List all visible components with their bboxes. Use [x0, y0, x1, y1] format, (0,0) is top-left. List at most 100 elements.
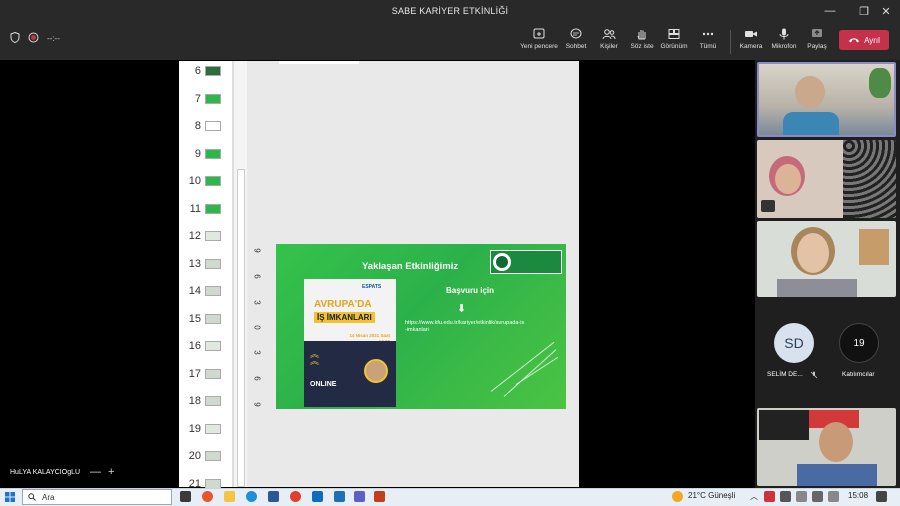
chrome-icon[interactable]	[290, 491, 301, 502]
slide-number: 6	[194, 65, 201, 77]
decorative-line	[490, 341, 555, 392]
slide-preview	[205, 286, 221, 296]
scrollbar-thumb[interactable]	[237, 169, 245, 487]
poster-title-2: İŞ İMKANLARI	[314, 312, 375, 323]
slide-number: 18	[188, 395, 201, 407]
slide-preview	[205, 451, 221, 461]
university-logo	[490, 250, 562, 274]
slide-thumbnail[interactable]: 6	[179, 61, 231, 81]
notifications-icon[interactable]	[876, 491, 887, 502]
participant-avatar[interactable]: SD	[774, 323, 814, 363]
background-frame	[759, 410, 809, 440]
teams-icon[interactable]	[354, 491, 365, 502]
shield-icon	[10, 31, 20, 45]
edge-icon[interactable]	[246, 491, 257, 502]
camera-icon	[745, 31, 757, 37]
slide-thumbnail[interactable]: 18	[179, 391, 231, 411]
poster-title-1: AVRUPA'DA	[314, 299, 372, 310]
slide-thumbnail[interactable]: 17	[179, 364, 231, 384]
apply-heading: Başvuru için	[446, 286, 495, 295]
slide-thumbnail[interactable]: 10	[179, 171, 231, 191]
participant-face	[795, 76, 825, 108]
slide-number: 8	[194, 120, 201, 132]
slide-number: 7	[194, 92, 201, 105]
slide-thumbnail[interactable]: 8	[179, 116, 231, 136]
video-tile[interactable]	[757, 408, 896, 486]
arrow-down-icon: ⬇	[457, 303, 467, 315]
title-bar: SABE KARİYER ETKİNLİĞİ	[0, 0, 900, 22]
tray-app-icon[interactable]	[764, 491, 775, 502]
chevron-up-icon: ︽ ︽	[310, 349, 320, 366]
slide-title: Yaklaşan Etkinliğimiz	[362, 261, 459, 272]
more-button[interactable]: Tümü	[688, 28, 728, 50]
video-tile[interactable]	[757, 140, 896, 218]
slide-number: 14	[188, 285, 201, 297]
mail-icon[interactable]	[312, 491, 323, 502]
slide-number: 19	[188, 422, 201, 435]
slide-preview	[205, 368, 221, 379]
ruler-label: 6	[252, 376, 262, 381]
slide-thumbnail[interactable]: 14	[179, 281, 231, 301]
taskbar-search[interactable]: Ara	[22, 489, 172, 505]
slide-number: 12	[188, 230, 201, 242]
windows-start-icon[interactable]	[5, 492, 15, 502]
slide-thumbnail[interactable]: 7	[179, 89, 231, 109]
store-icon[interactable]	[334, 491, 345, 502]
slide-number: 9	[194, 147, 201, 160]
slide-number: 16	[188, 340, 201, 352]
zoom-in-button[interactable]: +	[108, 466, 114, 478]
video-tile[interactable]	[757, 221, 896, 297]
mic-off-icon	[810, 371, 818, 379]
slide-thumbnail[interactable]: 13	[179, 254, 231, 274]
share-button[interactable]: Paylaş	[797, 28, 837, 50]
ruler-label: 3	[252, 300, 262, 305]
slide-thumbnail[interactable]: 20	[179, 446, 231, 466]
weather-status[interactable]: 21°C Güneşli	[688, 491, 735, 500]
minimize-button[interactable]: —	[816, 0, 844, 22]
mic-muted-icon	[761, 200, 775, 212]
slide-thumbnail-panel[interactable]: 6 7 8 9 10 11 12 13 14 15 16 17 18 19 20 21	[179, 61, 233, 490]
close-button[interactable]: ✕	[872, 0, 900, 22]
task-view-icon[interactable]	[180, 491, 191, 502]
slide-thumbnail[interactable]: 9	[179, 144, 231, 164]
firefox-icon[interactable]	[202, 491, 213, 502]
slide-thumbnail[interactable]: 16	[179, 336, 231, 356]
clock[interactable]: 15:08	[848, 491, 868, 500]
slide-thumbnail[interactable]: 12	[179, 226, 231, 246]
participant-face	[797, 233, 829, 273]
slide-preview	[205, 341, 221, 351]
slide-thumbnail[interactable]: 15	[179, 309, 231, 329]
file-explorer-icon[interactable]	[224, 491, 235, 502]
language-icon[interactable]	[828, 491, 839, 502]
phone-hangup-icon	[849, 38, 860, 43]
slide-preview	[205, 478, 221, 489]
volume-icon[interactable]	[812, 491, 823, 502]
slide-preview	[205, 203, 221, 214]
more-icon	[702, 32, 714, 36]
slide-number: 13	[188, 257, 201, 270]
slide-edge	[279, 61, 359, 64]
raise-hand-icon	[637, 30, 646, 40]
video-tile[interactable]	[757, 62, 896, 137]
word-icon[interactable]	[268, 491, 279, 502]
powerpoint-icon[interactable]	[374, 491, 385, 502]
window-title: SABE KARİYER ETKİNLİĞİ	[391, 6, 509, 16]
network-icon[interactable]	[796, 491, 807, 502]
people-icon	[602, 29, 616, 40]
meeting-timer: --:--	[47, 34, 60, 43]
zoom-out-button[interactable]: —	[90, 466, 101, 478]
slide-preview	[205, 423, 221, 434]
leave-button[interactable]: Ayrıl	[839, 30, 889, 50]
slide-thumbnail[interactable]: 11	[179, 199, 231, 219]
slide-preview	[205, 176, 221, 186]
slide-thumbnail[interactable]: 19	[179, 419, 231, 439]
new-window-button[interactable]: Yeni pencere	[519, 28, 559, 50]
chevron-up-icon[interactable]: ︿	[750, 491, 758, 502]
slide-number: 10	[188, 175, 201, 187]
poster-online: ONLINE	[310, 381, 337, 388]
ruler-label: 9	[252, 402, 262, 407]
plant	[869, 68, 891, 98]
thumbnail-scrollbar[interactable]	[233, 61, 247, 487]
participants-count-button[interactable]: 19	[839, 323, 879, 363]
tray-app-icon[interactable]	[780, 491, 791, 502]
